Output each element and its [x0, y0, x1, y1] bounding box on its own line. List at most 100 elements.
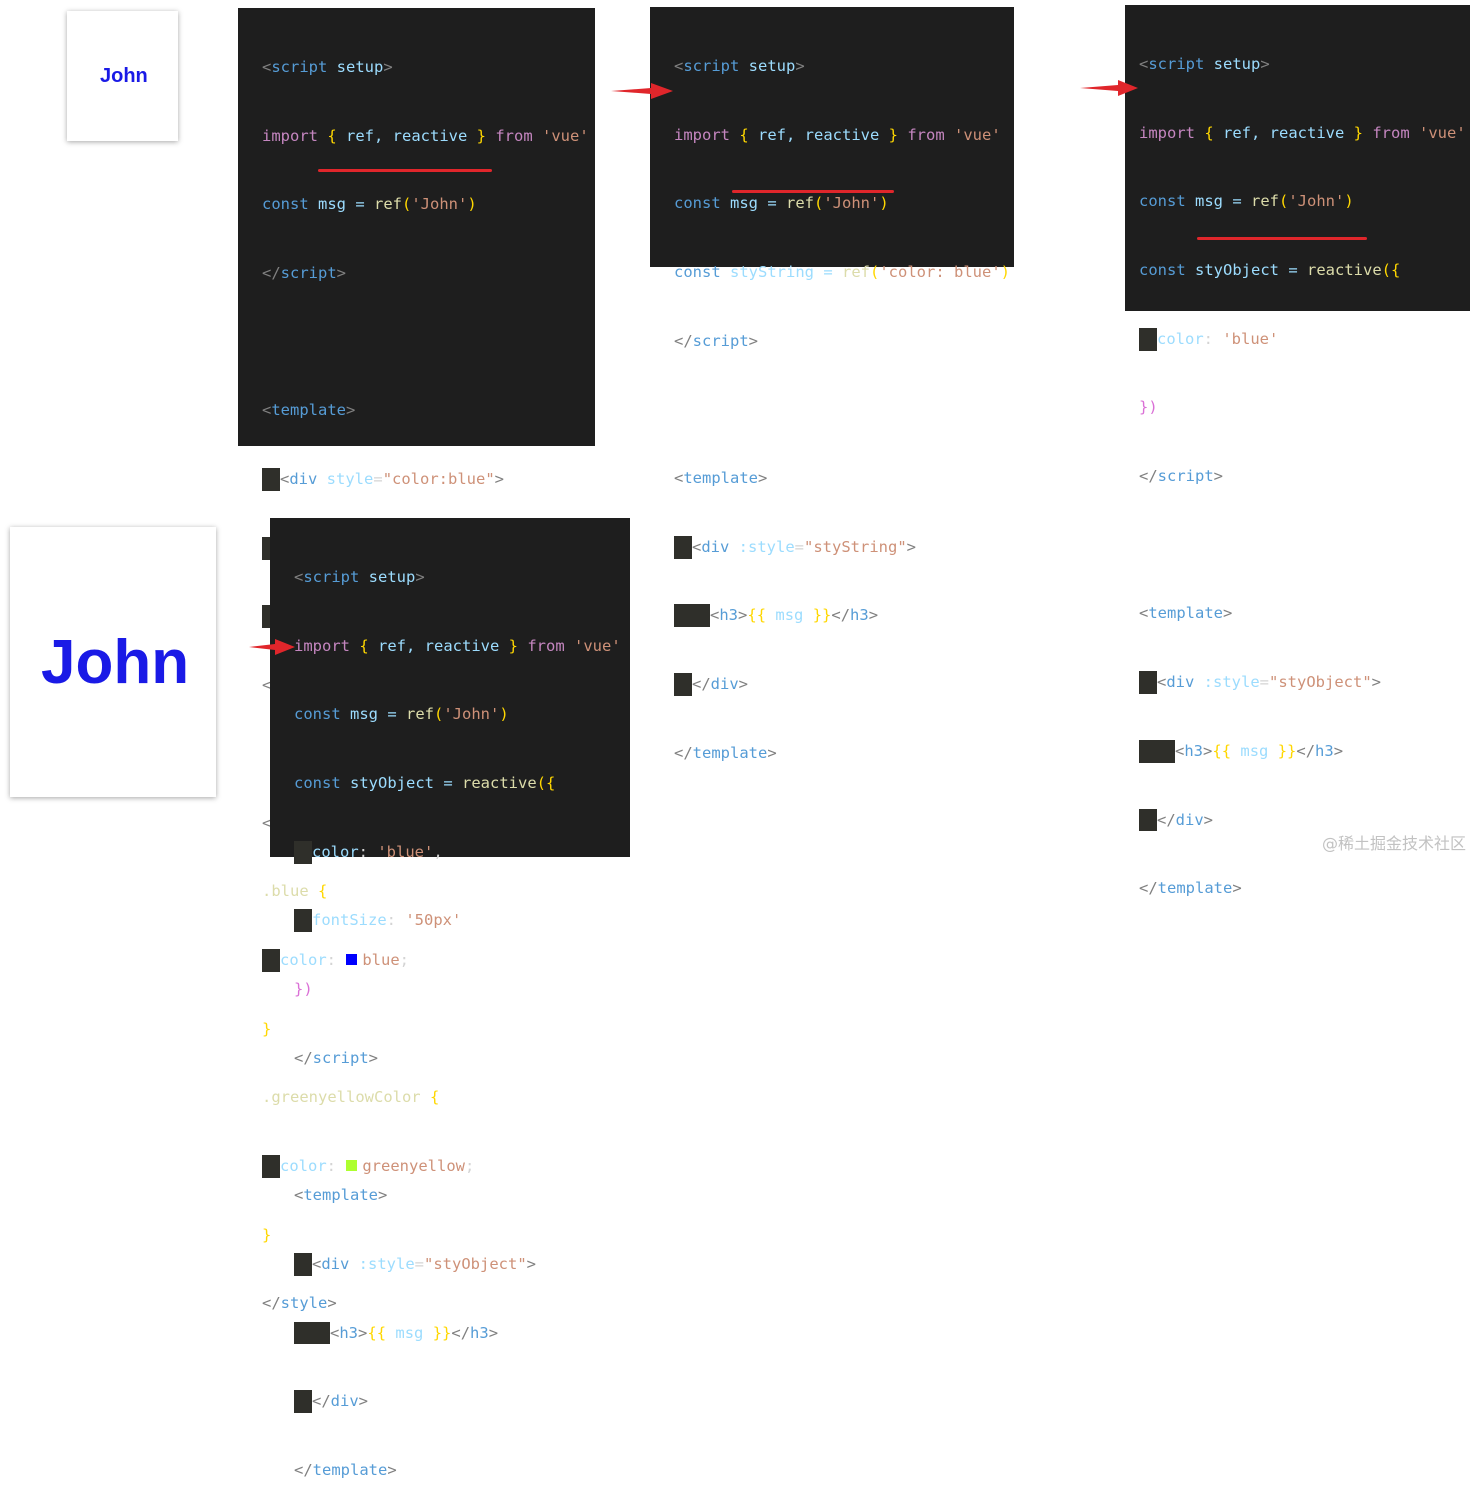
code-token: styObject =: [1185, 260, 1307, 279]
code-token: </: [262, 263, 281, 282]
code-token: (: [814, 194, 824, 213]
code-token: template: [312, 1460, 388, 1479]
code-token: div: [1175, 810, 1204, 829]
code-token: {: [318, 126, 346, 145]
code-token: script: [312, 1048, 369, 1067]
code-token: setup: [1204, 54, 1261, 73]
code-token: const: [294, 773, 341, 792]
code-token: ): [879, 194, 889, 213]
code-token: color: [312, 842, 359, 861]
code-line: }): [1139, 396, 1470, 419]
code-token: color: [280, 1157, 327, 1176]
code-token: styObject =: [340, 773, 462, 792]
code-token: </: [1139, 879, 1158, 898]
code-token: :: [358, 842, 378, 861]
code-token: >: [1223, 604, 1233, 623]
code-token: h3: [850, 606, 869, 625]
code-line: <div style="color:blue">: [262, 468, 595, 491]
code-token: {: [730, 125, 758, 144]
code-token: div: [330, 1392, 359, 1411]
code-panel-3: <script setup> import { ref, reactive } …: [1125, 5, 1470, 897]
code-token: {: [1195, 123, 1223, 142]
code-line: </script>: [262, 262, 595, 285]
color-swatch-greenyellow: [345, 1159, 359, 1173]
code-token: 'vue': [944, 125, 1001, 144]
code-line: import { ref, reactive } from 'vue': [294, 635, 630, 658]
code-token: </: [674, 331, 693, 350]
code-token: <: [710, 606, 720, 625]
code-line: </style>: [262, 1292, 595, 1315]
code-token: }: [1344, 123, 1373, 142]
code-token: .greenyellowColor: [262, 1088, 421, 1107]
code-token: ref, reactive: [346, 126, 468, 145]
code-line: import { ref, reactive } from 'vue': [262, 125, 595, 148]
code-token: <: [262, 401, 272, 420]
code-token: ref: [786, 194, 814, 213]
code-token: }: [467, 126, 496, 145]
code-token: </: [294, 1048, 313, 1067]
code-token: ref: [1251, 192, 1279, 211]
code-token: div: [289, 470, 318, 489]
code-line: </script>: [1139, 465, 1470, 488]
code-token: }: [879, 125, 908, 144]
code-token: setup: [359, 567, 416, 586]
code-line: </script>: [674, 330, 1014, 353]
code-line: fontSize: '50px': [294, 909, 630, 933]
code-token: >: [358, 1323, 368, 1342]
code-token: import: [262, 126, 318, 145]
code-token: ref, reactive: [1223, 123, 1345, 142]
code-token: <: [294, 1186, 304, 1205]
code-line: const msg = ref('John'): [294, 703, 630, 726]
code-token: template: [271, 401, 346, 420]
code-token: const: [294, 705, 341, 724]
code-line: </div>: [1139, 808, 1470, 832]
code-token: from: [495, 126, 533, 145]
code-token: </: [831, 606, 851, 625]
code-token: template: [1157, 879, 1233, 898]
code-token: template: [303, 1186, 378, 1205]
code-token: }): [294, 980, 313, 999]
watermark: @稀土掘金技术社区: [1321, 834, 1466, 853]
code-line: </template>: [674, 742, 1014, 765]
code-token: }}: [1268, 741, 1297, 760]
code-token: {: [308, 882, 328, 901]
code-token: >: [358, 1392, 369, 1411]
code-line: color: 'blue',: [294, 840, 630, 864]
code-token: ): [467, 195, 477, 214]
code-token: =: [373, 470, 383, 489]
code-token: color: [1157, 329, 1204, 348]
code-line: </template>: [294, 1459, 630, 1482]
code-token: }}: [423, 1323, 452, 1342]
code-token: '50px': [405, 911, 462, 930]
code-token: <: [280, 470, 290, 489]
code-token: </: [692, 675, 711, 694]
code-token: const: [1139, 192, 1186, 211]
code-token: </: [294, 1460, 313, 1479]
code-token: :style: [729, 537, 795, 556]
code-token: msg =: [720, 194, 786, 213]
code-token: >: [738, 675, 749, 694]
code-token: setup: [327, 57, 384, 76]
code-token: styString =: [720, 262, 842, 281]
code-token: >: [758, 469, 768, 488]
code-line: </div>: [674, 673, 1014, 697]
code-token: >: [1371, 673, 1382, 692]
code-token: >: [738, 606, 748, 625]
code-token: ({: [1381, 260, 1401, 279]
code-token: >: [415, 567, 425, 586]
color-swatch-blue: [345, 952, 359, 966]
code-token: ): [1344, 192, 1354, 211]
code-token: >: [868, 606, 879, 625]
code-token: >: [767, 743, 777, 762]
code-token: 'John': [411, 195, 468, 214]
code-token: >: [346, 401, 356, 420]
code-token: :: [1203, 329, 1223, 348]
code-panel-4: <script setup> import { ref, reactive } …: [270, 518, 630, 1479]
code-token: <: [312, 1254, 322, 1273]
code-token: template: [692, 743, 768, 762]
code-line: const styObject = reactive({: [1139, 259, 1470, 282]
code-token: <: [294, 567, 304, 586]
code-token: </: [312, 1392, 331, 1411]
code-line: const msg = ref('John'): [262, 193, 595, 216]
code-token: <: [674, 56, 684, 75]
